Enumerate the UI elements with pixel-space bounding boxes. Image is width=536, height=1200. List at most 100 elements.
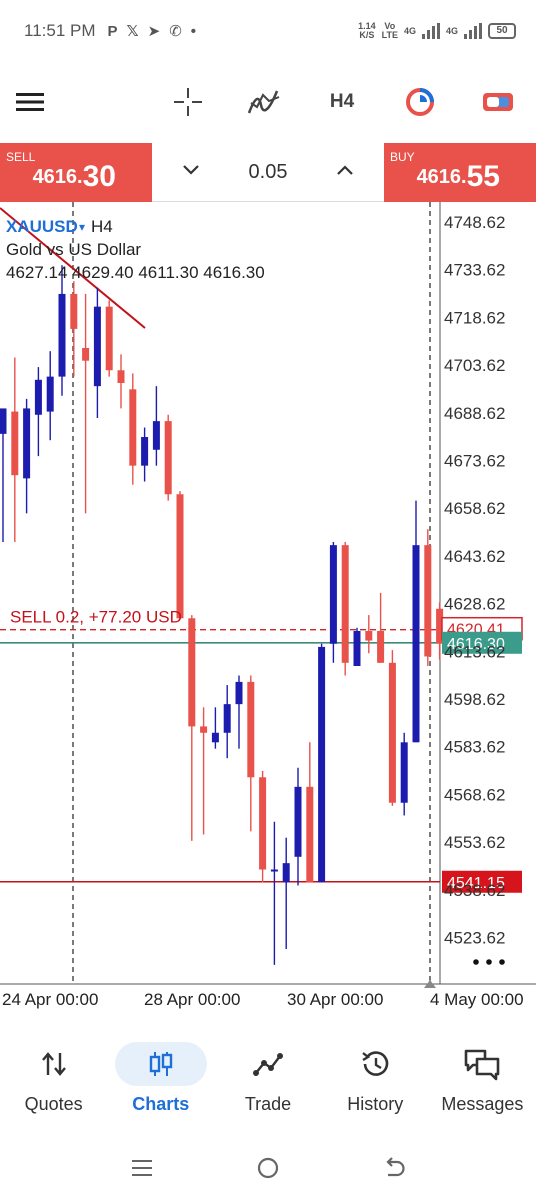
notification-icons: P 𝕏 ➤ ✆ • [108,22,197,41]
buy-button[interactable]: BUY 4616.55 [384,143,536,202]
symbol-label[interactable]: XAUUSD [6,217,78,236]
nav-charts-label: Charts [132,1094,190,1114]
y-tick-label: 4628.62 [444,595,505,614]
nav-trade[interactable]: Trade [214,1030,321,1130]
lot-selector: 0.05 [152,143,384,202]
crosshair-button[interactable] [168,82,208,122]
candle-body [34,379,42,415]
signal-2-bars-icon [464,23,482,39]
candle-body [247,681,255,778]
whatsapp-icon: ✆ [169,23,182,40]
more-dots-icon[interactable] [486,959,492,965]
lot-value[interactable]: 0.05 [249,161,288,184]
more-dots-icon[interactable] [473,959,479,965]
y-tick-label: 4598.62 [444,690,505,709]
recents-icon [132,1159,153,1176]
menu-button[interactable] [10,82,50,122]
volte: Vo LTE [382,22,398,40]
sell-price-main: 4616. [32,166,83,188]
nav-trade-icon-wrap [222,1042,314,1086]
signal-1-bars-icon [421,23,440,39]
y-tick-label: 4658.62 [444,499,505,518]
y-tick-label: 4703.62 [444,356,505,375]
nav-charts[interactable]: Charts [107,1030,214,1130]
ohlc-readout: 4627.14 4629.40 4611.30 4616.30 [6,263,265,282]
signal-2: 4G [445,25,458,36]
candle-body [400,742,408,803]
timer-icon [406,88,434,116]
y-tick-label: 4538.62 [444,881,505,900]
symbol-dropdown-icon[interactable]: ▾ [79,220,85,234]
home-button[interactable] [256,1156,280,1185]
status-bar: 11:51 PM P 𝕏 ➤ ✆ • 1.14 K/S Vo LTE 4G 4G… [0,0,536,62]
candle-body [200,726,208,733]
y-tick-label: 4583.62 [444,738,505,757]
trade-objects-button[interactable] [400,82,440,122]
candle-body [388,662,396,803]
one-click-icon [483,93,513,111]
candle-body [211,732,219,743]
candle-body [23,408,31,479]
candle-body [294,786,302,857]
nav-messages[interactable]: Messages [429,1030,536,1130]
candle-body [341,545,349,663]
candle-body [93,306,101,387]
recent-apps-button[interactable] [131,1158,153,1183]
home-circle-icon [257,1157,279,1178]
buy-price-big: 55 [466,160,500,193]
position-label: SELL 0.2, +77.20 USD [10,608,182,627]
y-tick-label: 4568.62 [444,785,505,804]
candle-body [46,376,54,412]
nav-quotes-icon-wrap [8,1042,100,1086]
candle-body [306,786,314,883]
nav-messages-label: Messages [441,1094,524,1114]
candle-body [377,631,385,663]
more-dots-icon[interactable] [499,959,505,965]
candle-body [353,631,361,666]
battery-icon: 50 [488,23,516,39]
candle-body [412,545,420,743]
candle-body [82,347,90,361]
timeframe-label: H4 [91,217,113,236]
chevron-up-icon [337,165,353,175]
nav-history[interactable]: History [322,1030,429,1130]
buy-price-main: 4616. [416,166,467,188]
status-right: 1.14 K/S Vo LTE 4G 4G 50 [358,22,516,40]
sell-price-big: 30 [82,160,116,193]
more-dot-icon: • [190,22,197,40]
indicators-button[interactable] [244,82,284,122]
chevron-down-icon [183,165,199,175]
candle-body [365,631,373,641]
nav-history-icon-wrap [329,1042,421,1086]
crosshair-icon [174,88,202,116]
timeframe-button[interactable]: H4 [322,82,362,122]
bottom-nav: Quotes Charts Trade History Messages [0,1030,536,1130]
nav-charts-icon-wrap [114,1042,207,1086]
signal-2-label: 4G [445,25,458,36]
back-icon [386,1156,405,1176]
buy-label: BUY [390,150,415,164]
x-tick-label: 28 Apr 00:00 [144,990,240,1009]
candle-body [105,306,113,371]
net-speed-unit: K/S [359,30,375,40]
status-time: 11:51 PM [24,21,96,40]
y-tick-label: 4718.62 [444,308,505,327]
y-tick-label: 4613.62 [444,642,505,661]
candle-body [58,293,66,377]
sell-button[interactable]: SELL 4616.30 [0,143,152,202]
price-chart[interactable]: SELL 0.2, +77.20 USD4620.414616.304541.1… [0,202,536,1018]
history-clock-icon [362,1051,389,1076]
hamburger-icon [16,93,44,111]
candle-body [176,494,184,619]
lot-decrease-button[interactable] [182,163,200,181]
lot-increase-button[interactable] [336,163,354,181]
back-button[interactable] [383,1156,405,1184]
nav-quotes[interactable]: Quotes [0,1030,107,1130]
chat-bubbles-icon [465,1049,500,1081]
one-click-trading-button[interactable] [478,82,518,122]
candle-body [129,389,137,466]
candle-body [0,408,7,434]
candle-body [223,704,231,733]
volte-lte: LTE [381,30,398,40]
candle-body [318,646,326,883]
